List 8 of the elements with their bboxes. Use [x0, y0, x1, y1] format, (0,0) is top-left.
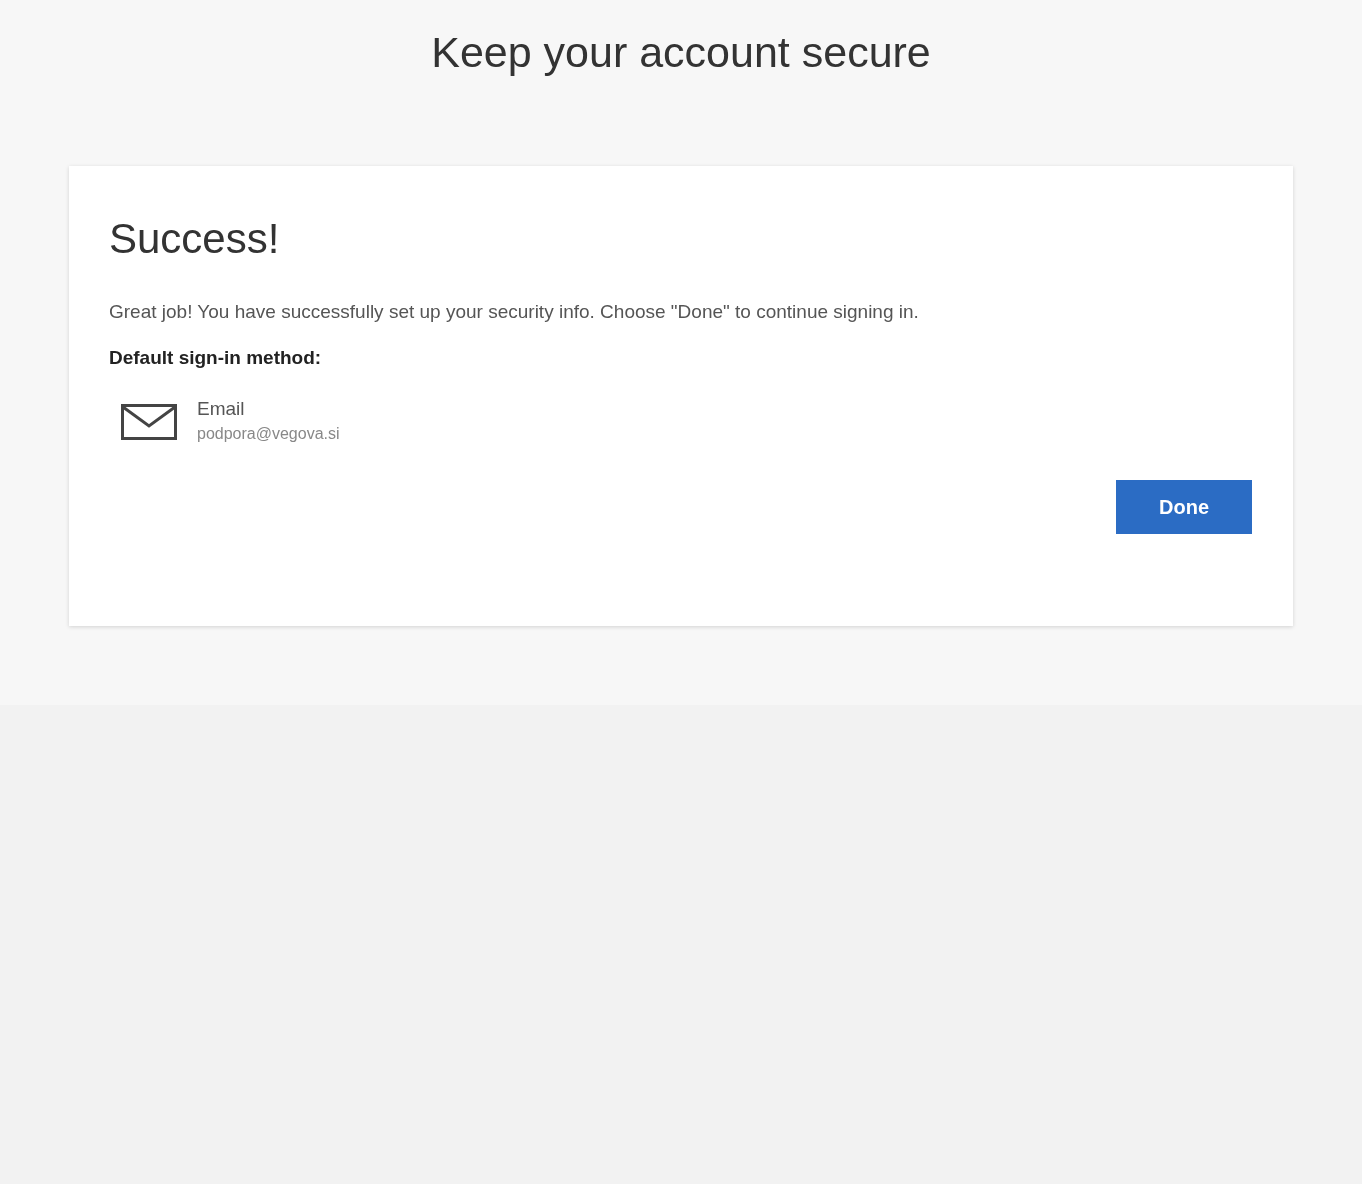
page-title: Keep your account secure: [431, 27, 931, 78]
method-detail: podpora@vegova.si: [197, 424, 340, 444]
card-heading: Success!: [109, 214, 281, 264]
envelope-icon: [121, 404, 177, 440]
done-button[interactable]: Done: [1116, 480, 1252, 534]
method-name: Email: [197, 397, 246, 421]
success-message: Great job! You have successfully set up your security info. Choose "Done" to continue signing in.: [109, 300, 920, 324]
default-method-label: Default sign-in method:: [109, 346, 323, 370]
